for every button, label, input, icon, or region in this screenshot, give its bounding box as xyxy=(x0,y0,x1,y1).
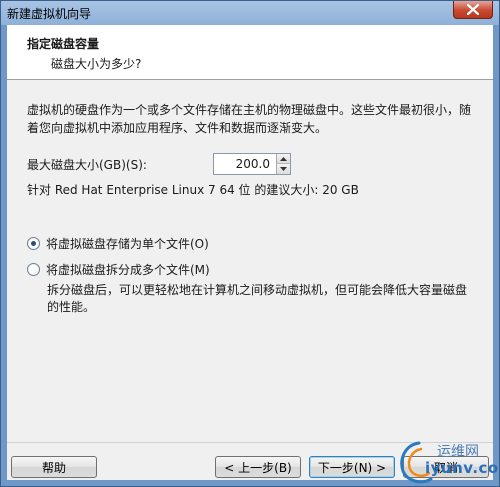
radio-split-files[interactable] xyxy=(27,263,40,276)
help-button[interactable]: 帮助 xyxy=(11,456,97,478)
chevron-down-icon xyxy=(280,167,287,171)
watermark-text-cn: 运维网 xyxy=(437,444,479,460)
page-title: 指定磁盘容量 xyxy=(27,37,100,51)
recommended-size-text: 针对 Red Hat Enterprise Linux 7 64 位 的建议大小… xyxy=(27,183,359,197)
max-size-stepper[interactable]: 200.0 xyxy=(213,153,291,175)
max-size-label: 最大磁盘大小(GB)(S): xyxy=(27,158,147,172)
wizard-header: 指定磁盘容量 磁盘大小为多少? xyxy=(7,25,493,80)
split-files-label: 将虚拟磁盘拆分成多个文件(M) xyxy=(46,263,210,277)
back-button[interactable]: < 上一步(B) xyxy=(215,456,301,478)
max-size-input[interactable]: 200.0 xyxy=(214,154,274,174)
single-file-option[interactable]: 将虚拟磁盘存储为单个文件(O) xyxy=(27,235,209,252)
decrement-button[interactable] xyxy=(276,164,290,174)
single-file-label: 将虚拟磁盘存储为单个文件(O) xyxy=(46,237,209,251)
split-files-option[interactable]: 将虚拟磁盘拆分成多个文件(M) xyxy=(27,261,210,278)
close-button[interactable] xyxy=(453,1,493,19)
page-subtitle: 磁盘大小为多少? xyxy=(51,57,142,71)
wizard-window: 新建虚拟机向导 指定磁盘容量 磁盘大小为多少? 虚拟机的硬盘作为一个或多个文件存… xyxy=(0,0,500,487)
site-watermark: 运维网 iyunv.com xyxy=(397,439,500,485)
title-bar[interactable]: 新建虚拟机向导 xyxy=(1,1,499,25)
chevron-up-icon xyxy=(280,156,287,161)
disk-description: 虚拟机的硬盘作为一个或多个文件存储在主机的物理磁盘中。这些文件最初很小，随着您向… xyxy=(27,103,472,135)
window-title: 新建虚拟机向导 xyxy=(7,7,92,21)
dialog-body: 指定磁盘容量 磁盘大小为多少? 虚拟机的硬盘作为一个或多个文件存储在主机的物理磁… xyxy=(7,25,493,480)
split-note: 拆分磁盘后，可以更轻松地在计算机之间移动虚拟机，但可能会降低大容量磁盘的性能。 xyxy=(47,283,468,314)
next-button[interactable]: 下一步(N) > xyxy=(309,456,395,478)
close-icon xyxy=(467,4,479,15)
increment-button[interactable] xyxy=(276,154,290,164)
watermark-text-url: iyunv.com xyxy=(425,459,500,477)
radio-single-file[interactable] xyxy=(27,237,40,250)
